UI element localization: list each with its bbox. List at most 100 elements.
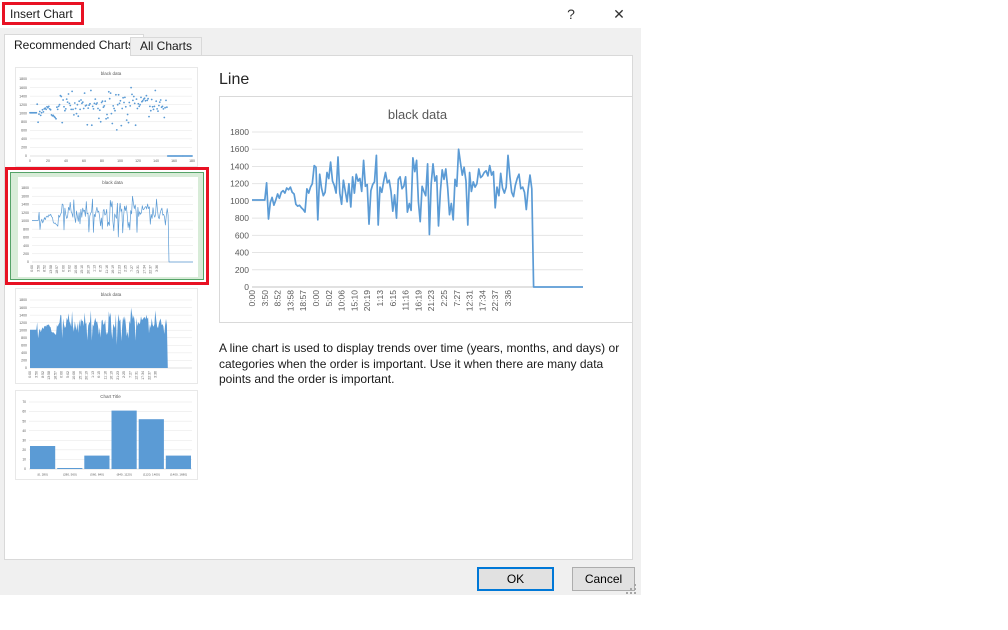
histogram-chart-thumbnail-preview: Chart Title010203040506070[0, 280](280, … xyxy=(16,391,197,479)
svg-text:2:25: 2:25 xyxy=(124,265,128,272)
svg-text:black data: black data xyxy=(102,180,123,185)
tab-recommended-charts[interactable]: Recommended Charts xyxy=(4,34,144,56)
svg-text:0:00: 0:00 xyxy=(61,265,65,272)
svg-text:15:10: 15:10 xyxy=(80,265,84,274)
svg-text:22:37: 22:37 xyxy=(490,290,500,312)
svg-text:18:57: 18:57 xyxy=(53,371,57,380)
area-chart-thumbnail-preview: black data020040060080010001200140016001… xyxy=(16,289,197,383)
svg-text:0:00: 0:00 xyxy=(30,265,34,272)
dialog-title: Insert Chart xyxy=(10,7,73,21)
help-button[interactable]: ? xyxy=(560,4,582,24)
thumbnail-line-chart-selected[interactable]: black data020040060080010001200140016001… xyxy=(10,172,204,280)
svg-text:11:16: 11:16 xyxy=(103,371,107,380)
svg-text:0: 0 xyxy=(24,467,26,471)
svg-text:60: 60 xyxy=(82,159,86,163)
svg-text:600: 600 xyxy=(21,129,27,133)
svg-text:40: 40 xyxy=(64,159,68,163)
svg-text:13:58: 13:58 xyxy=(49,265,53,274)
svg-text:600: 600 xyxy=(23,236,29,240)
svg-text:10:06: 10:06 xyxy=(72,371,76,380)
svg-text:400: 400 xyxy=(21,351,27,355)
svg-text:15:10: 15:10 xyxy=(78,371,82,380)
svg-text:800: 800 xyxy=(21,336,27,340)
svg-text:40: 40 xyxy=(22,429,26,433)
svg-text:600: 600 xyxy=(21,344,27,348)
svg-text:(1400, 1680]: (1400, 1680] xyxy=(170,473,187,477)
thumbnail-histogram-chart[interactable]: Chart Title010203040506070[0, 280](280, … xyxy=(15,390,198,480)
svg-text:0:00: 0:00 xyxy=(28,371,32,378)
svg-text:3:50: 3:50 xyxy=(37,265,41,272)
svg-text:1400: 1400 xyxy=(230,161,249,171)
svg-text:60: 60 xyxy=(22,410,26,414)
svg-text:3:50: 3:50 xyxy=(260,290,270,307)
svg-text:15:10: 15:10 xyxy=(349,290,359,312)
svg-text:20:19: 20:19 xyxy=(86,265,90,274)
svg-text:(840, 1120]: (840, 1120] xyxy=(117,473,132,477)
svg-text:200: 200 xyxy=(23,252,29,256)
svg-text:21:23: 21:23 xyxy=(116,371,120,380)
svg-text:120: 120 xyxy=(135,159,141,163)
svg-text:17:34: 17:34 xyxy=(141,371,145,380)
thumbnail-area-chart[interactable]: black data020040060080010001200140016001… xyxy=(15,288,198,384)
svg-text:1000: 1000 xyxy=(19,328,27,332)
svg-text:1400: 1400 xyxy=(19,313,27,317)
svg-text:12:31: 12:31 xyxy=(136,265,140,274)
svg-text:1000: 1000 xyxy=(230,196,249,206)
svg-text:Chart Title: Chart Title xyxy=(100,394,121,399)
svg-text:7:27: 7:27 xyxy=(452,290,462,307)
chart-type-heading: Line xyxy=(219,71,249,89)
svg-text:(560, 840]: (560, 840] xyxy=(90,473,104,477)
svg-text:5:02: 5:02 xyxy=(66,371,70,378)
svg-text:6:15: 6:15 xyxy=(388,290,398,307)
svg-text:3:36: 3:36 xyxy=(155,265,159,272)
svg-text:22:37: 22:37 xyxy=(147,371,151,380)
svg-text:3:50: 3:50 xyxy=(35,371,39,378)
svg-text:0:00: 0:00 xyxy=(60,371,64,378)
svg-text:140: 140 xyxy=(153,159,159,163)
svg-text:200: 200 xyxy=(235,265,249,275)
svg-text:80: 80 xyxy=(100,159,104,163)
svg-text:11:16: 11:16 xyxy=(105,265,109,274)
svg-text:21:23: 21:23 xyxy=(426,290,436,312)
svg-text:1400: 1400 xyxy=(21,203,29,207)
svg-text:800: 800 xyxy=(23,227,29,231)
svg-text:black data: black data xyxy=(101,292,122,297)
close-icon[interactable]: ✕ xyxy=(606,3,632,25)
svg-text:[0, 280]: [0, 280] xyxy=(38,473,48,477)
svg-text:8:52: 8:52 xyxy=(41,371,45,378)
svg-text:1800: 1800 xyxy=(19,77,27,81)
svg-text:8:52: 8:52 xyxy=(43,265,47,272)
svg-text:400: 400 xyxy=(23,244,29,248)
svg-text:(1120, 1400]: (1120, 1400] xyxy=(143,473,160,477)
svg-text:0: 0 xyxy=(25,154,27,158)
svg-text:800: 800 xyxy=(21,120,27,124)
svg-text:180: 180 xyxy=(189,159,195,163)
svg-text:1600: 1600 xyxy=(19,306,27,310)
svg-text:1200: 1200 xyxy=(19,103,27,107)
svg-text:0: 0 xyxy=(29,159,31,163)
svg-text:8:52: 8:52 xyxy=(273,290,283,307)
dialog-titlebar: Insert Chart ? ✕ xyxy=(0,0,641,28)
tab-all-charts[interactable]: All Charts xyxy=(130,37,202,56)
svg-text:16:19: 16:19 xyxy=(413,290,423,312)
svg-text:1800: 1800 xyxy=(230,127,249,137)
svg-text:5:02: 5:02 xyxy=(68,265,72,272)
svg-text:1800: 1800 xyxy=(21,186,29,190)
svg-text:12:31: 12:31 xyxy=(135,371,139,380)
svg-text:0: 0 xyxy=(27,260,29,264)
svg-text:0: 0 xyxy=(25,366,27,370)
svg-text:1600: 1600 xyxy=(19,86,27,90)
svg-text:5:02: 5:02 xyxy=(324,290,334,307)
svg-text:200: 200 xyxy=(21,146,27,150)
svg-text:1800: 1800 xyxy=(19,298,27,302)
ok-button[interactable]: OK xyxy=(477,567,554,591)
svg-text:160: 160 xyxy=(171,159,177,163)
svg-text:1200: 1200 xyxy=(21,211,29,215)
svg-text:3:36: 3:36 xyxy=(154,371,158,378)
svg-text:100: 100 xyxy=(117,159,123,163)
resize-grip-icon[interactable] xyxy=(624,582,638,596)
thumbnail-scatter-chart[interactable]: black data020040060080010001200140016001… xyxy=(15,67,198,167)
svg-text:11:16: 11:16 xyxy=(401,290,411,311)
svg-text:3:36: 3:36 xyxy=(503,290,513,307)
svg-text:22:37: 22:37 xyxy=(149,265,153,274)
